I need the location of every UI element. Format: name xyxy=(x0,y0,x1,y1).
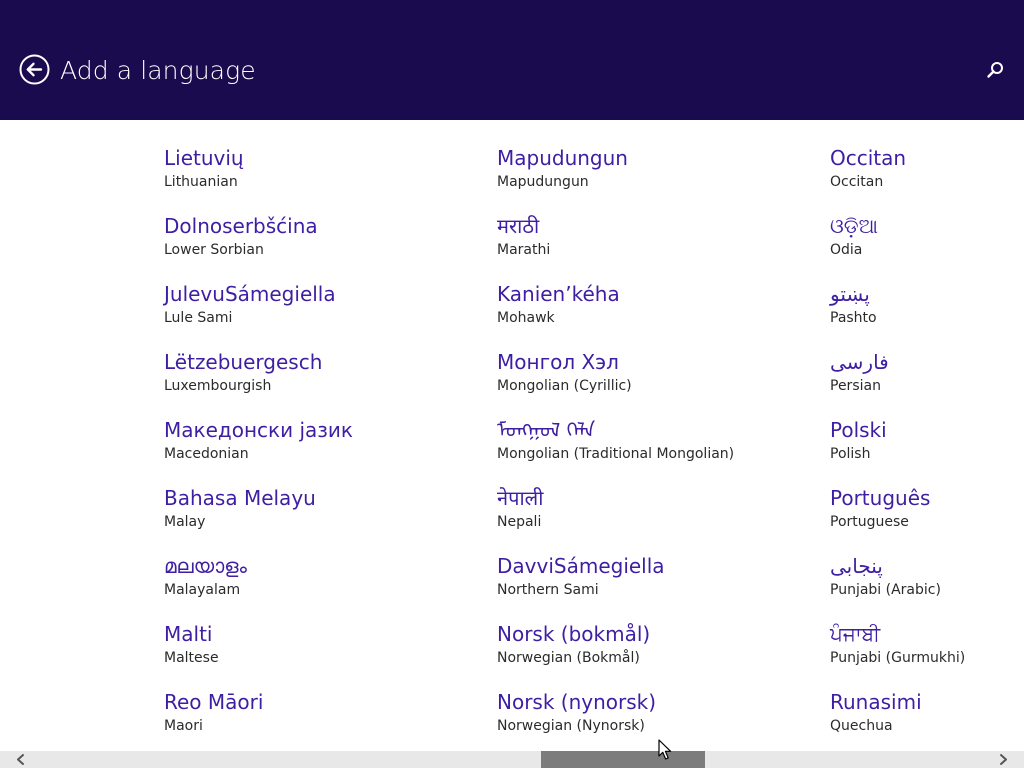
language-native-name: മലയാളം xyxy=(164,554,247,578)
language-item-macedonian[interactable]: Македонски јазик Macedonian xyxy=(164,392,464,462)
horizontal-scrollbar[interactable] xyxy=(0,751,1024,768)
language-item-marathi[interactable]: मराठी Marathi xyxy=(497,188,797,258)
language-item-malay[interactable]: Bahasa Melayu Malay xyxy=(164,460,464,530)
language-native-name: Polski xyxy=(830,418,887,442)
language-item-nepali[interactable]: नेपाली Nepali xyxy=(497,460,797,530)
language-native-name: Bahasa Melayu xyxy=(164,486,316,510)
search-icon xyxy=(987,62,1003,78)
language-item-portuguese[interactable]: Português Portuguese xyxy=(830,460,1024,530)
language-native-name: Norsk (bokmål) xyxy=(497,622,651,646)
language-item-mohawk[interactable]: Kanien’kéha Mohawk xyxy=(497,256,797,326)
language-native-name: پنجابی xyxy=(830,554,883,578)
app-header: Add a language xyxy=(0,0,1024,120)
language-item-maori[interactable]: Reo Māori Maori xyxy=(164,664,464,734)
language-native-name: Dolnoserbšćina xyxy=(164,214,318,238)
language-item-lule-sami[interactable]: JulevuSámegiella Lule Sami xyxy=(164,256,464,326)
chevron-left-icon xyxy=(17,754,24,765)
language-native-name: मराठी xyxy=(497,214,540,238)
language-item-northern-sami[interactable]: DavviSámegiella Northern Sami xyxy=(497,528,797,598)
language-item-mongolian-traditional[interactable]: ᠮᠣᠩᠭᠣᠯ ᠬᠡᠯᠡ Mongolian (Traditional Mongo… xyxy=(497,392,797,462)
language-native-name: Lëtzebuergesch xyxy=(164,350,323,374)
chevron-right-icon xyxy=(1000,754,1007,765)
language-item-maltese[interactable]: Malti Maltese xyxy=(164,596,464,666)
language-item-mapudungun[interactable]: Mapudungun Mapudungun xyxy=(497,120,797,190)
language-item-quechua[interactable]: Runasimi Quechua xyxy=(830,664,1024,734)
language-item-norwegian-nynorsk[interactable]: Norsk (nynorsk) Norwegian (Nynorsk) xyxy=(497,664,797,734)
scroll-right-button[interactable] xyxy=(995,752,1012,767)
back-button[interactable] xyxy=(19,54,50,85)
language-native-name: JulevuSámegiella xyxy=(164,282,336,306)
language-native-name: Македонски јазик xyxy=(164,418,353,442)
language-english-name: Maori xyxy=(164,718,203,734)
language-item-pashto[interactable]: پښتو Pashto xyxy=(830,256,1024,326)
page-title: Add a language xyxy=(60,56,256,85)
language-item-punjabi-arabic[interactable]: پنجابی Punjabi (Arabic) xyxy=(830,528,1024,598)
language-native-name: Português xyxy=(830,486,931,510)
language-native-name: Norsk (nynorsk) xyxy=(497,690,657,714)
scrollbar-thumb[interactable] xyxy=(541,751,705,768)
language-native-name: Occitan xyxy=(830,146,907,170)
language-native-name: ᠮᠣᠩᠭᠣᠯ ᠬᠡᠯᠡ xyxy=(497,418,596,442)
language-english-name: Quechua xyxy=(830,718,893,734)
language-native-name: ଓଡ଼ିଆ xyxy=(830,214,878,238)
language-item-luxembourgish[interactable]: Lëtzebuergesch Luxembourgish xyxy=(164,324,464,394)
language-item-lithuanian[interactable]: Lietuvių Lithuanian xyxy=(164,120,464,190)
language-item-polish[interactable]: Polski Polish xyxy=(830,392,1024,462)
language-item-punjabi-gurmukhi[interactable]: ਪੰਜਾਬੀ Punjabi (Gurmukhi) xyxy=(830,596,1024,666)
back-arrow-icon xyxy=(19,54,50,85)
scroll-left-button[interactable] xyxy=(12,752,29,767)
language-native-name: नेपाली xyxy=(497,486,544,510)
language-item-mongolian-cyrillic[interactable]: Монгол Хэл Mongolian (Cyrillic) xyxy=(497,324,797,394)
language-native-name: Malti xyxy=(164,622,213,646)
language-item-malayalam[interactable]: മലയാളം Malayalam xyxy=(164,528,464,598)
language-native-name: Монгол Хэл xyxy=(497,350,619,374)
language-english-name: Norwegian (Nynorsk) xyxy=(497,718,645,734)
search-button[interactable] xyxy=(984,59,1006,81)
language-native-name: پښتو xyxy=(830,282,870,306)
language-native-name: Kanien’kéha xyxy=(497,282,620,306)
language-native-name: فارسی xyxy=(830,350,889,374)
language-item-occitan[interactable]: Occitan Occitan xyxy=(830,120,1024,190)
language-list: Lietuvių Lithuanian Dolnoserbšćina Lower… xyxy=(0,120,1024,751)
language-native-name: Reo Māori xyxy=(164,690,264,714)
language-native-name: Mapudungun xyxy=(497,146,628,170)
language-item-persian[interactable]: فارسی Persian xyxy=(830,324,1024,394)
language-native-name: ਪੰਜਾਬੀ xyxy=(830,622,881,646)
language-native-name: DavviSámegiella xyxy=(497,554,665,578)
language-item-norwegian-bokmal[interactable]: Norsk (bokmål) Norwegian (Bokmål) xyxy=(497,596,797,666)
language-native-name: Runasimi xyxy=(830,690,922,714)
language-native-name: Lietuvių xyxy=(164,146,244,170)
language-item-lower-sorbian[interactable]: Dolnoserbšćina Lower Sorbian xyxy=(164,188,464,258)
language-item-odia[interactable]: ଓଡ଼ିଆ Odia xyxy=(830,188,1024,258)
